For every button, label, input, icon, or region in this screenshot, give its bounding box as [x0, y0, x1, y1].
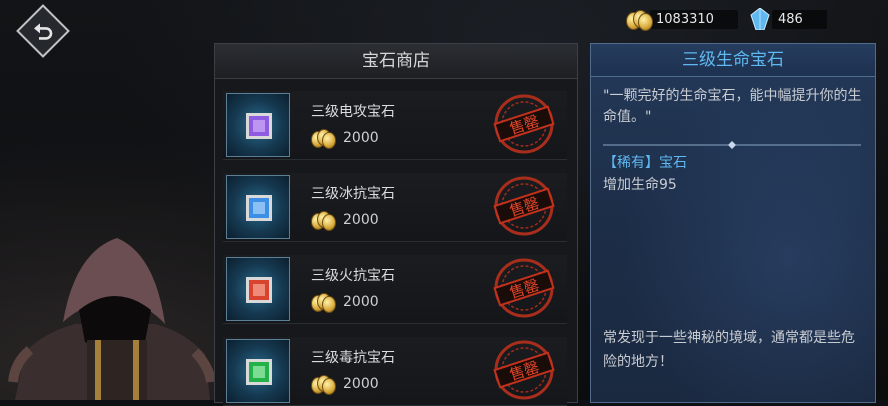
item-name: 三级电攻宝石 [311, 104, 395, 120]
price-value: 2000 [343, 376, 379, 392]
shop-item-row[interactable]: 三级电攻宝石 2000 售罄 [223, 91, 567, 160]
sold-out-stamp: 售罄 [493, 258, 555, 318]
rarity-label: 【稀有】宝石 [603, 155, 687, 171]
sold-out-stamp: 售罄 [493, 340, 555, 400]
item-price: 2000 [311, 211, 379, 231]
gem-slot[interactable] [226, 339, 290, 403]
gold-coins-icon [311, 293, 336, 313]
gem-icon [246, 277, 272, 303]
item-name: 三级毒抗宝石 [311, 350, 395, 366]
origin-text: 常发现于一些神秘的境域，通常都是些危险的地方！ [603, 330, 855, 370]
gold-coins-icon [311, 129, 336, 149]
stamp-text: 售罄 [507, 112, 541, 138]
hooded-character-image [5, 232, 216, 400]
shop-item-row[interactable]: 三级冰抗宝石 2000 售罄 [223, 173, 567, 242]
stamp-text: 售罄 [507, 194, 541, 220]
gold-coins-icon [311, 211, 336, 231]
sold-out-stamp: 售罄 [493, 176, 555, 236]
shop-item-row[interactable]: 三级火抗宝石 2000 售罄 [223, 255, 567, 324]
detail-title: 三级生命宝石 [591, 44, 875, 77]
gem-slot[interactable] [226, 175, 290, 239]
effect-text: 增加生命95 [603, 177, 677, 193]
shop-title: 宝石商店 [215, 44, 577, 79]
blue-crystal-icon [750, 7, 770, 31]
detail-description: "一颗完好的生命宝石，能中幅提升你的生命值。" [603, 88, 862, 125]
item-name: 三级冰抗宝石 [311, 186, 395, 202]
gem-icon [246, 113, 272, 139]
gold-coins-icon [626, 10, 653, 31]
gold-amount: 1083310 [650, 9, 738, 29]
item-name: 三级火抗宝石 [311, 268, 395, 284]
price-value: 2000 [343, 294, 379, 310]
gem-detail-panel: 三级生命宝石 "一颗完好的生命宝石，能中幅提升你的生命值。" 【稀有】宝石 增加… [590, 43, 876, 403]
item-price: 2000 [311, 375, 379, 395]
stamp-text: 售罄 [507, 358, 541, 384]
price-value: 2000 [343, 212, 379, 228]
gem-slot[interactable] [226, 257, 290, 321]
item-price: 2000 [311, 129, 379, 149]
sold-out-stamp: 售罄 [493, 94, 555, 154]
stamp-text: 售罄 [507, 276, 541, 302]
return-arrow-icon [34, 23, 53, 40]
gold-coins-icon [311, 375, 336, 395]
gem-icon [246, 195, 272, 221]
price-value: 2000 [343, 130, 379, 146]
gem-slot[interactable] [226, 93, 290, 157]
item-price: 2000 [311, 293, 379, 313]
crystal-counter: 486 [750, 7, 827, 31]
crystal-amount: 486 [772, 9, 827, 29]
gold-counter: 1083310 [626, 8, 738, 31]
shop-item-row[interactable]: 三级毒抗宝石 2000 售罄 [223, 337, 567, 406]
gem-shop-panel: 宝石商店 三级电攻宝石 2000 售罄 三级冰抗宝石 2000 售罄 三级火抗宝… [214, 43, 578, 406]
divider-ornament [603, 141, 861, 149]
gem-icon [246, 359, 272, 385]
